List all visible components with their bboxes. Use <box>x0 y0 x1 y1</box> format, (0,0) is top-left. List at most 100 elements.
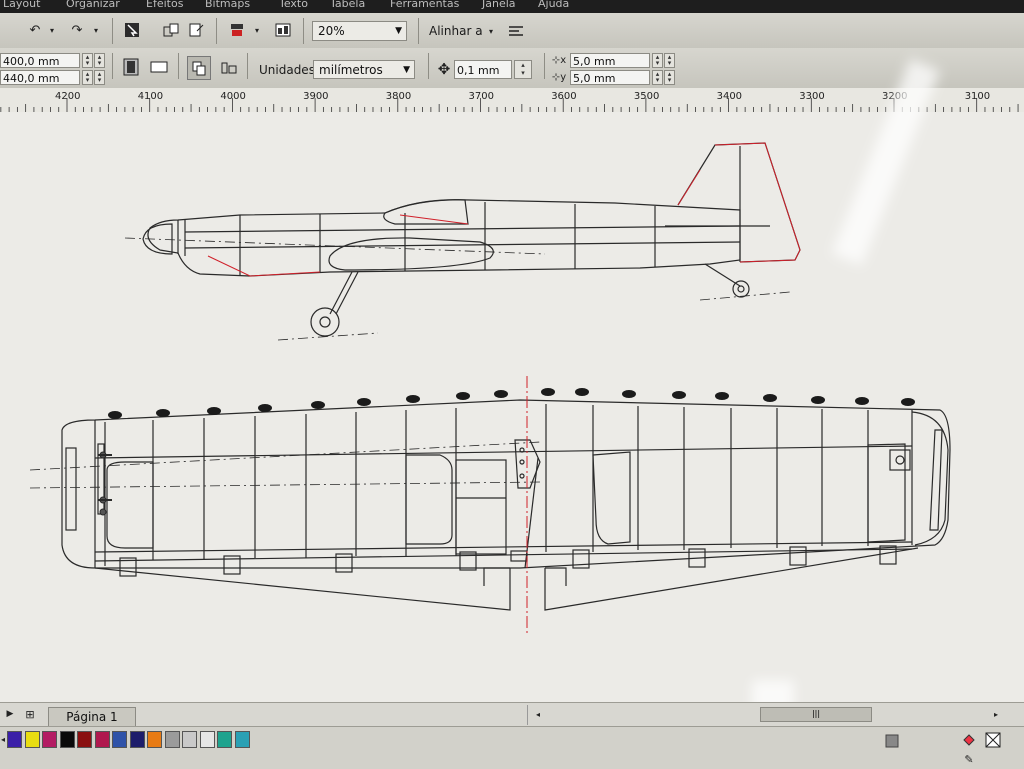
menu-item-ajuda[interactable]: Ajuda <box>538 0 569 10</box>
menu-item-layout[interactable]: Layout <box>3 0 40 10</box>
menu-item-organizar[interactable]: Organizar <box>66 0 120 10</box>
menu-item-efeitos[interactable]: Efeitos <box>146 0 183 10</box>
color-swatch[interactable] <box>42 731 57 748</box>
menu-item-tabela[interactable]: Tabela <box>330 0 365 10</box>
current-page-icon[interactable] <box>218 56 240 78</box>
chevron-down-icon: ▼ <box>403 65 410 75</box>
ruler-label: 3200 <box>882 91 908 102</box>
undo-dropdown-icon[interactable]: ▾ <box>47 19 57 41</box>
duplicate-x-spin-button[interactable]: ▴ ▾ <box>652 53 663 68</box>
color-swatch[interactable] <box>94 731 110 748</box>
color-swatch[interactable] <box>7 731 22 748</box>
ruler-label: 3700 <box>468 91 494 102</box>
all-pages-icon[interactable] <box>187 56 211 80</box>
object-width-field[interactable]: 400,0 mm <box>0 53 80 68</box>
ruler-label: 3300 <box>799 91 825 102</box>
undo-icon[interactable]: ↶ <box>24 19 46 41</box>
duplicate-distance-y-field[interactable]: 5,0 mm <box>570 70 650 85</box>
add-page-icon[interactable]: ⊞ <box>22 706 38 722</box>
ruler-label: 3900 <box>303 91 329 102</box>
color-swatch[interactable] <box>147 731 162 748</box>
zoom-level-combo[interactable]: 20% ▼ <box>312 21 407 41</box>
toolbar-separator <box>418 18 419 44</box>
align-dropdown-icon[interactable]: ▾ <box>485 20 497 42</box>
color-swatch[interactable] <box>234 731 250 748</box>
color-swatch[interactable] <box>24 731 40 748</box>
no-fill-icon[interactable] <box>984 731 1002 749</box>
scroll-left-icon[interactable]: ◂ <box>532 707 544 721</box>
scroll-right-icon[interactable]: ▸ <box>990 707 1002 721</box>
portrait-page-icon[interactable] <box>120 56 142 78</box>
ruler-label: 4100 <box>137 91 164 102</box>
horizontal-scrollbar-thumb[interactable]: ||| <box>760 707 872 722</box>
units-select[interactable]: milímetros ▼ <box>313 60 415 79</box>
side-view-centerlines <box>124 237 791 341</box>
height-lock-button[interactable]: ▴ ▾ <box>94 70 105 85</box>
redo-dropdown-icon[interactable]: ▾ <box>91 19 101 41</box>
toolbar-separator <box>216 18 217 44</box>
menu-item-janela[interactable]: Janela <box>482 0 516 10</box>
duplicate-y-icon: ⊹y <box>551 71 567 83</box>
toolbar-separator <box>428 53 429 79</box>
page-tab-1[interactable]: Página 1 <box>48 707 136 726</box>
application-launcher-icon[interactable] <box>272 19 294 41</box>
landscape-page-icon[interactable] <box>148 56 170 78</box>
color-swatch[interactable] <box>59 731 75 748</box>
menu-item-ferramentas[interactable]: Ferramentas <box>390 0 459 10</box>
menu-item-texto[interactable]: Texto <box>279 0 308 10</box>
redo-icon[interactable]: ↷ <box>66 19 88 41</box>
menu-item-bitmaps[interactable]: Bitmaps <box>205 0 250 10</box>
ruler-label: 4200 <box>55 91 81 102</box>
color-swatch[interactable] <box>217 731 232 748</box>
pointer-select-icon[interactable] <box>121 19 143 41</box>
next-page-icon[interactable]: ▶ <box>2 706 18 722</box>
outline-pen-icon[interactable]: ✎ <box>960 751 978 767</box>
duplicate-distance-x-field[interactable]: 5,0 mm <box>570 53 650 68</box>
ruler-label: 3500 <box>633 91 660 102</box>
align-to-button[interactable]: Alinhar a <box>429 24 483 38</box>
nudge-distance-field[interactable]: 0,1 mm <box>454 60 512 79</box>
import-icon[interactable] <box>160 19 182 41</box>
export-icon[interactable] <box>186 19 208 41</box>
toolbar-separator <box>178 53 179 79</box>
property-bar: 400,0 mm 440,0 mm ▴ ▾ ▴ ▾ ▴ ▾ ▴ ▾ Unidades: … <box>0 48 1024 89</box>
snap-options-icon[interactable] <box>505 20 527 42</box>
object-height-field[interactable]: 440,0 mm <box>0 70 80 85</box>
chevron-down-icon: ▼ <box>395 26 402 36</box>
fill-bucket-icon[interactable] <box>960 731 978 749</box>
duplicate-x-icon: ⊹x <box>551 54 567 66</box>
page-navigation-bar: ▶ ⊞ Página 1 ◂ ||| ▸ <box>0 702 1024 727</box>
palette-scroll-left-icon[interactable]: ◂ <box>0 731 6 748</box>
toolbar-separator <box>112 53 113 79</box>
color-swatch[interactable] <box>129 731 145 748</box>
color-swatch[interactable] <box>77 731 92 748</box>
duplicate-y-spin-button[interactable]: ▴ ▾ <box>652 70 663 85</box>
toolbar-separator <box>544 53 545 79</box>
color-swatch[interactable] <box>164 731 180 748</box>
scrollbar-divider <box>527 705 528 725</box>
drawing-canvas[interactable] <box>0 58 1024 702</box>
color-swatch[interactable] <box>199 731 215 748</box>
fuselage-side-view <box>142 142 801 337</box>
color-swatch[interactable] <box>182 731 197 748</box>
nudge-distance-icon: ✥ <box>437 60 451 78</box>
horizontal-ruler[interactable]: 4200 4100 4000 3900 3800 3700 3600 3500 3400 3300… <box>0 88 1024 113</box>
toolbar-separator <box>303 18 304 44</box>
duplicate-x-lock-button[interactable]: ▴ ▾ <box>664 53 675 68</box>
toolbar-separator <box>247 53 248 79</box>
publish-dropdown-icon[interactable]: ▾ <box>252 19 262 41</box>
width-spin-button[interactable]: ▴ ▾ <box>82 53 93 68</box>
nudge-spin-button[interactable]: ▴ ▾ <box>514 60 532 79</box>
airplane-blueprint-drawing[interactable] <box>0 112 1024 702</box>
height-spin-button[interactable]: ▴ ▾ <box>82 70 93 85</box>
units-label: Unidades: <box>259 63 319 77</box>
ruler-label: 4000 <box>220 91 246 102</box>
menu-bar: Layout Organizar Efeitos Bitmaps Texto Tabela… <box>0 0 1024 13</box>
publish-pdf-icon[interactable] <box>226 19 248 41</box>
width-lock-button[interactable]: ▴ ▾ <box>94 53 105 68</box>
wing-leading-edge-holes <box>108 388 915 419</box>
color-palette-bar: ◂ ✎ <box>0 726 1024 769</box>
color-swatch[interactable] <box>112 731 127 748</box>
duplicate-y-lock-button[interactable]: ▴ ▾ <box>664 70 675 85</box>
fuselage-accent-lines <box>207 142 801 277</box>
